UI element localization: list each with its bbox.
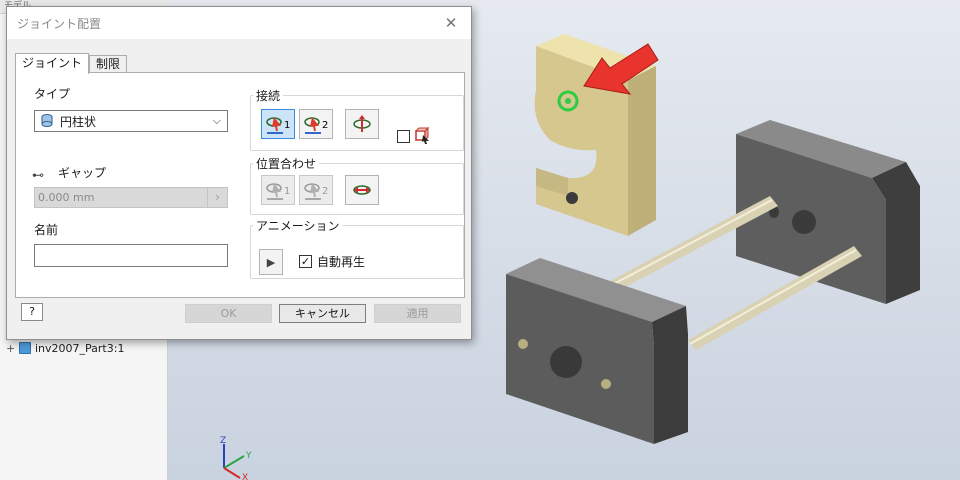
connect-legend: 接続	[256, 89, 281, 103]
connect-group: 接続 1 2	[250, 87, 464, 151]
joint-tab-panel: タイプ 円柱状 ⌵ ⊷ ギャップ 0.000 mm › 名前 接続 1 2 位置…	[15, 72, 465, 298]
type-label: タイプ	[34, 87, 71, 101]
close-icon[interactable]: ✕	[441, 13, 461, 33]
connect-1-number: 1	[284, 120, 290, 131]
cube-select-icon	[414, 126, 430, 144]
connect-select-2-button[interactable]: 2	[299, 109, 333, 139]
tab-bar: ジョイント 制限	[15, 53, 128, 74]
gap-value: 0.000 mm	[38, 191, 95, 204]
axis-x-label: X	[242, 473, 248, 480]
cylindrical-joint-icon	[41, 114, 53, 127]
lock-checkbox[interactable]	[397, 130, 410, 143]
gap-icon: ⊷	[32, 168, 44, 182]
tree-item-label: inv2007_Part3:1	[35, 341, 125, 355]
autoplay-label: 自動再生	[317, 255, 366, 269]
connect-select-1-button[interactable]: 1	[261, 109, 295, 139]
joint-placement-dialog[interactable]: ジョイント配置 ✕ ジョイント 制限 タイプ 円柱状 ⌵ ⊷ ギャップ 0.00…	[6, 6, 472, 340]
type-select-value: 円柱状	[60, 114, 97, 129]
axis-z-label: Z	[220, 436, 226, 446]
chevron-right-icon: ›	[207, 188, 227, 207]
align-2-number: 2	[322, 186, 328, 197]
tab-limits[interactable]: 制限	[89, 55, 128, 73]
type-select[interactable]: 円柱状 ⌵	[34, 110, 228, 132]
help-button[interactable]: ?	[21, 303, 43, 321]
select-alignment-icon: 2	[304, 183, 328, 200]
autoplay-checkbox[interactable]: ✓	[299, 255, 312, 268]
name-input[interactable]	[34, 244, 228, 267]
flip-axis-icon	[353, 115, 371, 132]
select-origin-icon: 2	[304, 117, 328, 134]
animation-legend: アニメーション	[256, 219, 340, 233]
expand-icon[interactable]: +	[6, 343, 15, 354]
front-block[interactable]	[506, 258, 688, 444]
select-alignment-icon: 1	[266, 183, 290, 200]
cancel-button[interactable]: キャンセル	[279, 304, 366, 323]
rotate-align-icon	[353, 185, 371, 195]
gap-label: ギャップ	[58, 166, 107, 180]
dialog-body: ジョイント 制限 タイプ 円柱状 ⌵ ⊷ ギャップ 0.000 mm › 名前 …	[7, 39, 471, 339]
animation-group: アニメーション ▶ ✓ 自動再生	[250, 217, 464, 279]
align-select-2-button[interactable]: 2	[299, 175, 333, 205]
align-group: 位置合わせ 1 2	[250, 155, 464, 215]
align-flip-button[interactable]	[345, 175, 379, 205]
align-select-1-button[interactable]: 1	[261, 175, 295, 205]
chevron-down-icon: ⌵	[212, 114, 221, 127]
axis-y-label: Y	[245, 451, 252, 461]
connect-2-number: 2	[322, 120, 328, 131]
apply-button[interactable]: 適用	[374, 304, 461, 323]
align-1-number: 1	[284, 186, 290, 197]
select-origin-icon: 1	[266, 117, 290, 134]
axis-triad: Z Y X	[220, 436, 252, 480]
play-button[interactable]: ▶	[259, 249, 283, 275]
tab-joint[interactable]: ジョイント	[15, 53, 90, 74]
gap-field: 0.000 mm ›	[34, 187, 228, 208]
connect-flip-button[interactable]	[345, 109, 379, 139]
dialog-titlebar[interactable]: ジョイント配置 ✕	[7, 7, 471, 39]
dialog-title: ジョイント配置	[17, 16, 102, 31]
part-icon	[19, 342, 31, 354]
tree-item-part3[interactable]: + inv2007_Part3:1	[6, 340, 124, 356]
name-label: 名前	[34, 223, 59, 237]
align-legend: 位置合わせ	[256, 157, 317, 171]
ok-button[interactable]: OK	[185, 304, 272, 323]
